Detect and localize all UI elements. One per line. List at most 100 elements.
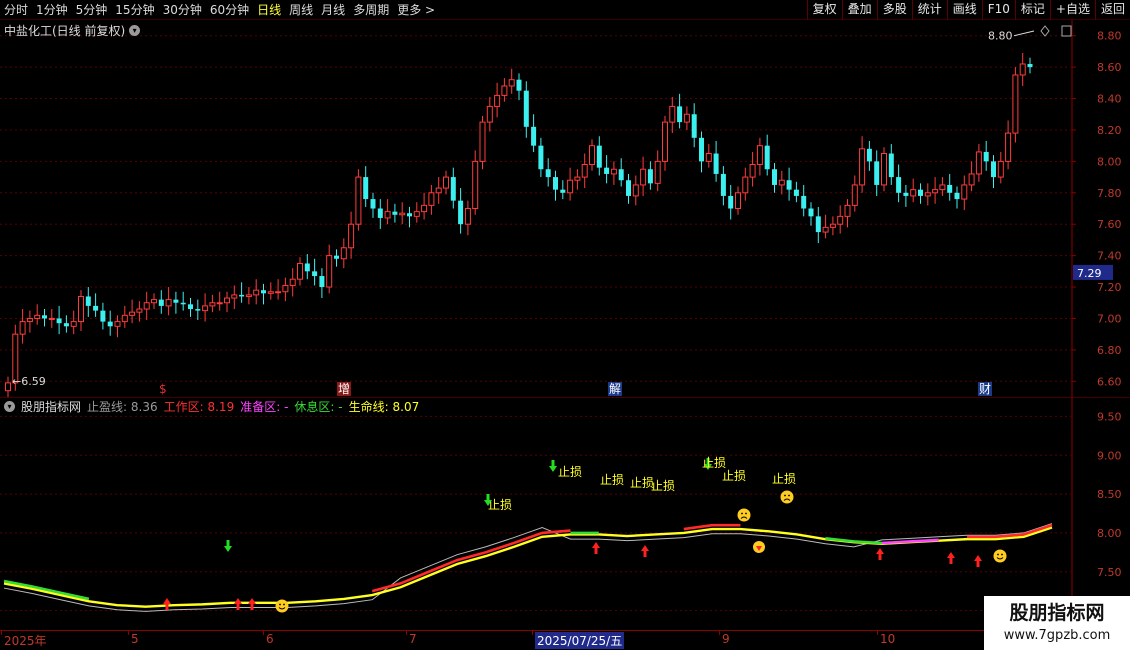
candle-body [384, 211, 391, 219]
candle-body [516, 79, 522, 91]
indicator-name: 股朋指标网 [21, 400, 82, 414]
candle-body [450, 177, 456, 201]
candle-body [479, 121, 486, 162]
stop-loss-label: 止损 [772, 472, 796, 486]
candle-body [56, 318, 62, 324]
chevron-down-icon[interactable]: ▾ [4, 401, 15, 412]
candle-body [5, 382, 11, 392]
indicator-price-label: 8.50 [1097, 488, 1122, 501]
candle-body [793, 189, 799, 196]
buy-arrow-icon [947, 552, 955, 564]
candle-body [508, 79, 515, 87]
toolbar-button-1[interactable]: 叠加 [841, 0, 877, 20]
candle-body [202, 305, 209, 312]
candle-body [567, 179, 574, 194]
period-tab-2[interactable]: 5分钟 [72, 0, 112, 20]
candle-body [654, 160, 661, 184]
period-tabs: 分时 1分钟 5分钟 15分钟 30分钟 60分钟 日线 周线 月线 多周期 更多 > [0, 0, 439, 20]
indicator-svg: 9.509.008.508.007.507.00止损止损止损止损止损止损止损止损 [0, 396, 1130, 630]
candle-body [713, 153, 719, 174]
buy-arrow-icon [641, 545, 649, 557]
sell-arrow-icon [549, 460, 557, 472]
candle-body [435, 187, 442, 194]
toolbar-actions: 复权 叠加 多股 统计 画线 F10 标记 +自选 返回 [806, 0, 1130, 20]
period-tab-3[interactable]: 15分钟 [111, 0, 158, 20]
candle-body [968, 173, 975, 186]
candle-body [180, 302, 186, 305]
stop-loss-label: 止损 [558, 465, 582, 479]
period-tab-10[interactable]: 更多 > [393, 0, 439, 20]
face-eye [784, 494, 786, 497]
candle-body [918, 189, 923, 196]
candle-body [85, 296, 91, 306]
candle-body [705, 153, 712, 162]
candle-body [691, 114, 697, 138]
candle-body [42, 315, 47, 319]
date-label: 5 [131, 632, 139, 646]
candle-body [896, 177, 902, 193]
candle-body [129, 311, 136, 316]
toolbar-button-3[interactable]: 统计 [911, 0, 947, 20]
candle-body [464, 208, 471, 225]
candle-body [407, 213, 412, 217]
toolbar-button-4[interactable]: 画线 [946, 0, 982, 20]
candle-body [640, 168, 647, 186]
candle-body [756, 145, 763, 166]
toolbar-button-2[interactable]: 多股 [876, 0, 912, 20]
date-tick [406, 631, 407, 635]
candle-body [165, 299, 172, 307]
candle-body [844, 204, 851, 217]
face-eye [741, 512, 743, 515]
candle-body [662, 121, 668, 162]
period-tab-6[interactable]: 日线 [253, 0, 285, 20]
face-eye [1001, 553, 1003, 556]
candle-body [808, 208, 814, 217]
period-tab-7[interactable]: 周线 [285, 0, 317, 20]
current-price-label: 7.29 [1077, 267, 1102, 280]
toolbar-button-7[interactable]: +自选 [1049, 0, 1095, 20]
toolbar-button-6[interactable]: 标记 [1014, 0, 1050, 20]
toolbar-button-5[interactable]: F10 [981, 0, 1015, 20]
main-kline-panel[interactable]: 中盐化工(日线 前复权) ▾ 8.80 8.60 8.40 8.20 8.00 7.80 7… [0, 20, 1130, 397]
period-tab-5[interactable]: 60分钟 [206, 0, 253, 20]
price-label: 6.60 [1097, 375, 1122, 388]
candle-body [669, 105, 676, 123]
toolbar-button-8[interactable]: 返回 [1094, 0, 1130, 20]
candle-body [231, 294, 238, 299]
candle-body [224, 297, 230, 304]
candle-body [815, 216, 821, 233]
candle-body [486, 105, 493, 123]
period-tab-9[interactable]: 多周期 [349, 0, 393, 20]
period-tab-8[interactable]: 月线 [317, 0, 349, 20]
candle-body [1005, 132, 1012, 162]
stop-loss-label: 止损 [722, 469, 746, 483]
price-label: 8.40 [1097, 93, 1122, 106]
indicator-panel[interactable]: ▾ 股朋指标网 止盈线: 8.36 工作区: 8.19 准备区: - 休息区: … [0, 396, 1130, 630]
candle-body [421, 204, 428, 213]
candle-body [610, 168, 617, 175]
candle-body [121, 314, 128, 323]
candle-body [282, 284, 289, 293]
period-tab-4[interactable]: 30分钟 [159, 0, 206, 20]
event-marker: 财 [979, 382, 991, 396]
candle-body [618, 169, 624, 181]
candle-body [370, 199, 376, 209]
candle-body [188, 304, 193, 310]
price-label: 8.60 [1097, 61, 1122, 74]
candle-body [93, 305, 99, 311]
toolbar-button-0[interactable]: 复权 [806, 0, 842, 20]
face-eye [788, 494, 790, 497]
candle-body [888, 153, 894, 178]
face-circle [780, 490, 794, 504]
price-label: 7.80 [1097, 187, 1122, 200]
indicator-price-label: 9.00 [1097, 449, 1122, 462]
date-label: 10 [880, 632, 896, 646]
candle-body [297, 262, 303, 280]
candle-body [699, 137, 704, 162]
chevron-down-icon[interactable]: ▾ [129, 25, 141, 36]
diamond-icon [1040, 25, 1050, 37]
period-tab-0[interactable]: 分时 [0, 0, 32, 20]
period-tab-1[interactable]: 1分钟 [32, 0, 72, 20]
date-label: 7 [409, 632, 417, 646]
price-label: 8.00 [1097, 155, 1122, 168]
